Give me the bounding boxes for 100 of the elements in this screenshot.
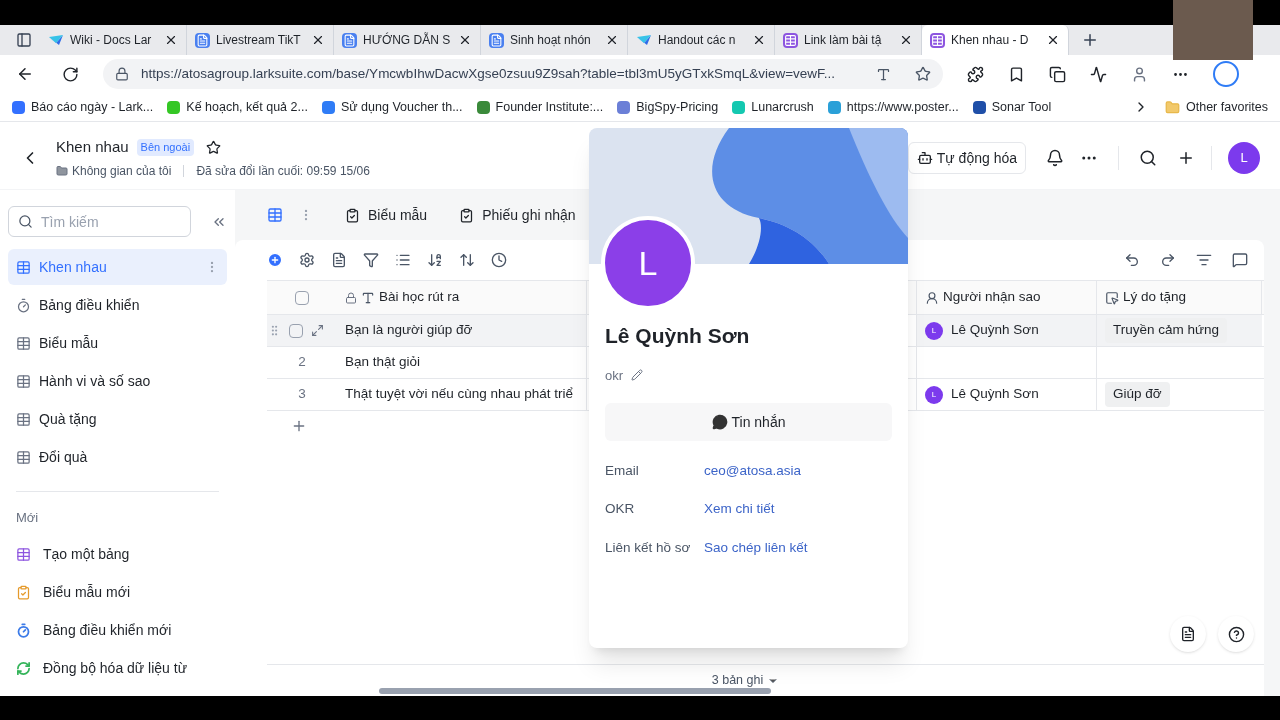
folder-icon (1165, 99, 1180, 115)
search-icon[interactable] (1139, 149, 1157, 167)
close-icon[interactable] (1046, 33, 1060, 47)
reason-tag: Giúp đỡ (1105, 382, 1170, 407)
table-cell-text: Lê Quỳnh Sơn (951, 385, 1039, 404)
row-height-icon[interactable] (459, 252, 475, 268)
browser-tab[interactable]: Link làm bài tậ (775, 25, 922, 55)
reload-icon[interactable] (62, 65, 79, 83)
notification-icon[interactable] (1046, 149, 1064, 167)
comment-icon[interactable] (1232, 252, 1248, 268)
tab-title: Khen nhau - D (951, 32, 1030, 49)
row-checkbox[interactable] (289, 323, 303, 338)
group-icon[interactable] (395, 252, 411, 268)
message-button[interactable]: Tin nhắn (605, 403, 892, 441)
table-cell: Bạn thật giỏi (337, 347, 587, 378)
add-row-icon[interactable] (291, 418, 307, 434)
sidebar-item[interactable]: Quà tặng (8, 401, 227, 437)
bookmark-item[interactable]: BigSpy-Pricing (617, 97, 719, 117)
create-item[interactable]: Biểu mẫu mới (8, 573, 227, 612)
sidebar-item[interactable]: Khen nhau (8, 249, 227, 285)
user-avatar[interactable]: L (1228, 142, 1260, 174)
tab-actions-icon[interactable] (16, 32, 32, 48)
favorites-icon[interactable] (1008, 65, 1025, 83)
sort-icon[interactable] (427, 252, 443, 268)
bookmark-item[interactable]: Kế hoạch, kết quả 2... (167, 97, 308, 117)
back-icon[interactable] (16, 65, 34, 83)
field-link[interactable]: ceo@atosa.asia (704, 461, 801, 482)
table-icon (16, 449, 31, 465)
browser-tab[interactable]: HƯỚNG DẪN S (334, 25, 481, 55)
field-link[interactable]: Sao chép liên kết (704, 537, 808, 558)
bookmark-item[interactable]: Sử dụng Voucher th... (321, 97, 463, 117)
favorite-star-icon[interactable] (915, 66, 931, 82)
browser-tab[interactable]: Livestream TikT (187, 25, 334, 55)
search-field[interactable]: Tìm kiếm (8, 206, 191, 237)
horizontal-scrollbar[interactable] (379, 688, 771, 694)
new-tab-icon[interactable] (1081, 31, 1099, 49)
star-icon[interactable] (206, 140, 222, 155)
bookmark-item[interactable]: Báo cáo ngày - Lark... (12, 97, 154, 117)
help-button[interactable] (1218, 616, 1254, 652)
find-icon[interactable] (1196, 252, 1212, 268)
profile-icon[interactable] (1131, 65, 1148, 83)
grid-view-icon[interactable] (267, 207, 283, 223)
sidebar-item[interactable]: Hành vi và số sao (8, 363, 227, 399)
settings-icon[interactable] (299, 252, 315, 268)
person-icon (925, 290, 939, 305)
redo-icon[interactable] (1160, 252, 1176, 268)
close-icon[interactable] (164, 33, 178, 47)
extensions-icon[interactable] (967, 65, 984, 83)
browser-tab[interactable]: Khen nhau - D (922, 25, 1069, 55)
browser-tab[interactable]: Handout các n (628, 25, 775, 55)
expand-icon[interactable] (311, 324, 324, 337)
table-icon (16, 373, 31, 389)
view-tab[interactable]: Biểu mẫu (345, 204, 428, 226)
field-settings-icon[interactable] (331, 252, 347, 268)
close-icon[interactable] (311, 33, 325, 47)
create-item[interactable]: Đồng bộ hóa dữ liệu từ (8, 649, 227, 688)
add-record-icon[interactable] (267, 252, 283, 268)
edit-icon[interactable] (631, 369, 644, 382)
close-icon[interactable] (899, 33, 913, 47)
close-icon[interactable] (458, 33, 472, 47)
field-label: Liên kết hồ sơ (605, 538, 692, 557)
column-header[interactable]: Bài học rút ra (337, 281, 587, 314)
bookmark-item[interactable]: Lunarcrush (732, 97, 814, 117)
browser-tab[interactable]: Wiki - Docs Lar (40, 25, 187, 55)
bookmark-item[interactable]: https://www.poster... (827, 97, 959, 117)
address-bar[interactable]: https://atosagroup.larksuite.com/base/YmcwbIhwDacwXgse0zsuu9Z9sah?table=tbl3mU5yGTxkSmqL&view=vewF... (103, 59, 943, 89)
view-tab[interactable]: Phiếu ghi nhận (459, 204, 576, 226)
add-icon[interactable] (1177, 149, 1195, 167)
bookmark-item[interactable]: Founder Institute:... (476, 97, 604, 117)
other-favorites-item[interactable]: Other favorites (1165, 97, 1268, 117)
bookmark-item[interactable]: Sonar Tool (972, 97, 1052, 117)
read-aloud-icon[interactable] (876, 66, 891, 82)
create-item[interactable]: Bảng điều khiển mới (8, 611, 227, 650)
history-icon[interactable] (491, 252, 507, 268)
column-header[interactable]: Lý do tặng (1097, 281, 1262, 314)
record-count-button[interactable]: 3 bản ghi (711, 671, 780, 690)
profile-note: okr (605, 366, 624, 385)
undo-icon[interactable] (1124, 252, 1140, 268)
column-header[interactable]: Người nhận sao (917, 281, 1097, 314)
form-icon (459, 207, 475, 223)
close-icon[interactable] (605, 33, 619, 47)
sidebar-item[interactable]: Biểu mẫu (8, 325, 227, 361)
health-icon[interactable] (1090, 65, 1107, 83)
document-icon (1180, 626, 1196, 642)
select-all-checkbox[interactable] (295, 290, 309, 305)
browser-tab[interactable]: Sinh hoạt nhón (481, 25, 628, 55)
tab-title: Livestream TikT (216, 32, 302, 49)
close-icon[interactable] (752, 33, 766, 47)
sidebar-item[interactable]: Bảng điều khiển (8, 287, 227, 323)
lock-icon (115, 67, 129, 81)
document-icon (342, 32, 357, 48)
document-button[interactable] (1170, 616, 1206, 652)
collections-icon[interactable] (1049, 65, 1066, 83)
field-link[interactable]: Xem chi tiết (704, 499, 775, 520)
sidebar-item[interactable]: Đổi quà (8, 439, 227, 475)
row-header[interactable]: 2 (267, 347, 337, 378)
create-item[interactable]: Tạo một bảng (8, 535, 227, 574)
row-header[interactable]: 3 (267, 379, 337, 410)
filter-icon[interactable] (363, 252, 379, 268)
workspace-location[interactable]: Không gian của tôi (72, 161, 172, 180)
